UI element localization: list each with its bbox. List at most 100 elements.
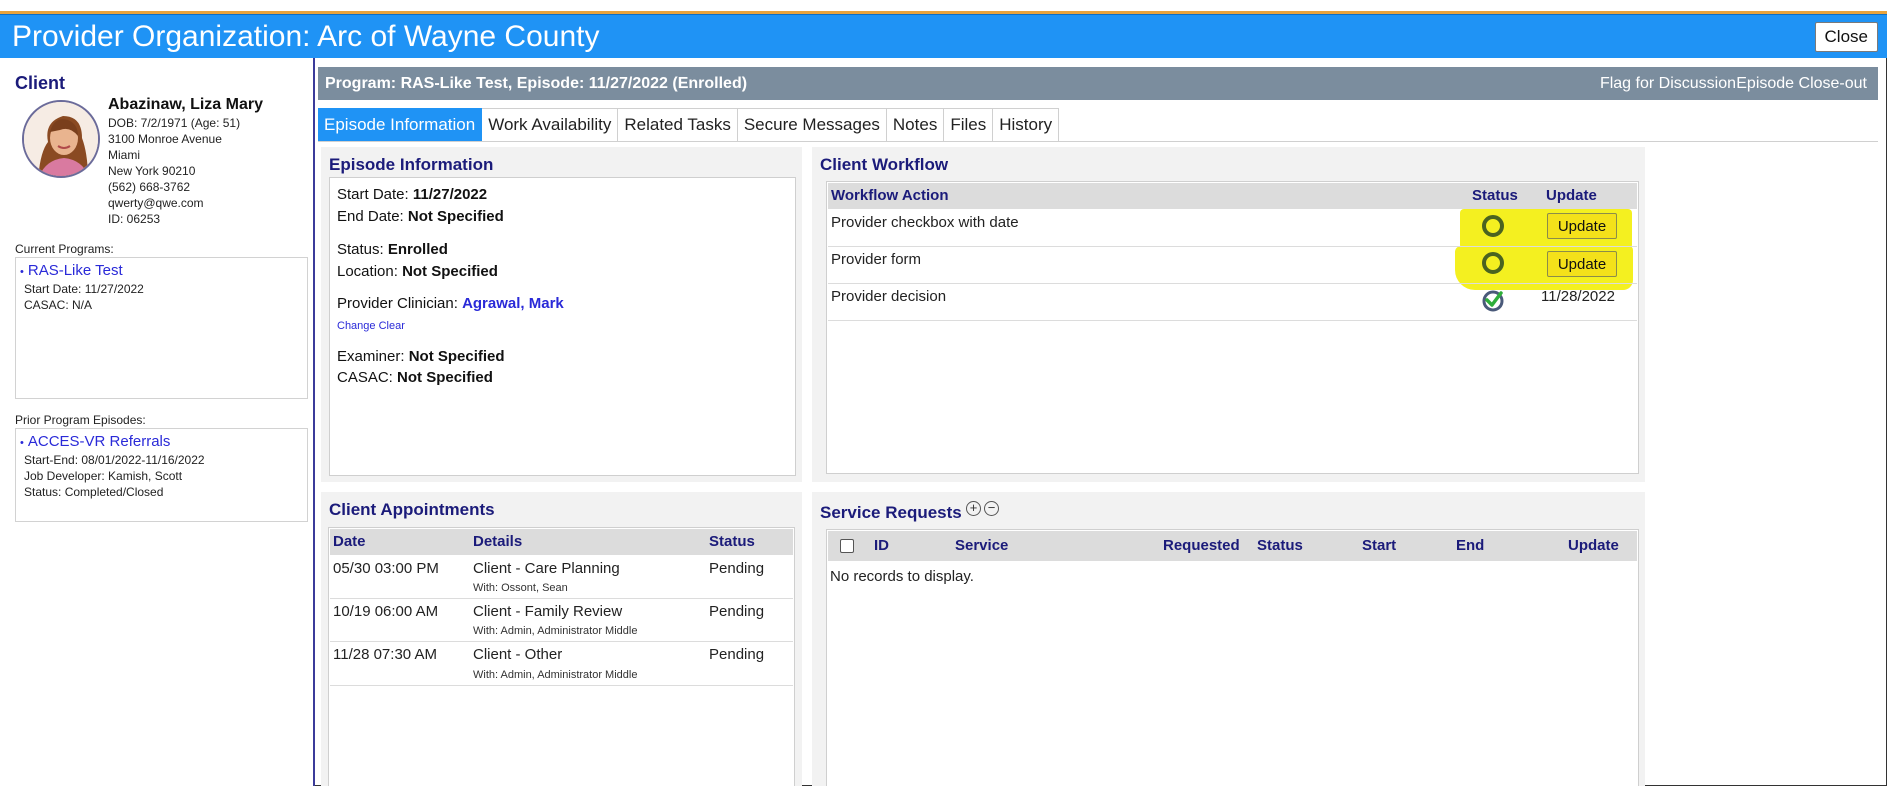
client-address-line1: 3100 Monroe Avenue [108, 132, 222, 146]
bullet-icon: • [20, 437, 24, 449]
remove-circle-icon[interactable]: − [984, 501, 999, 516]
current-programs-box: • RAS-Like Test Start Date: 11/27/2022 CA… [15, 257, 308, 399]
appointment-details: Client - Care Planning [473, 560, 620, 577]
appointment-date-header: Date [333, 533, 366, 550]
episode-tabs: Episode Information Work Availability Re… [318, 108, 1060, 142]
change-clear-link[interactable]: Change Clear [337, 320, 405, 332]
episode-location: Location: Not Specified [337, 263, 498, 280]
sr-status-header: Status [1257, 537, 1303, 554]
prior-program-job-developer: Job Developer: Kamish, Scott [24, 469, 183, 483]
top-strip [0, 0, 1887, 14]
bullet-icon: • [20, 266, 24, 278]
workflow-update-header: Update [1546, 187, 1597, 204]
workflow-update-button[interactable]: Update [1547, 251, 1617, 277]
client-avatar [22, 100, 100, 178]
appointment-details: Client - Family Review [473, 603, 623, 620]
episode-information-panel: Episode Information Start Date: 11/27/20… [321, 147, 802, 482]
sr-start-header: Start [1362, 537, 1397, 554]
window-title: Provider Organization: Arc of Wayne Coun… [12, 20, 600, 53]
client-name: Abazinaw, Liza Mary [108, 96, 263, 113]
prior-program-status: Status: Completed/Closed [24, 485, 164, 499]
appointment-status-header: Status [709, 533, 755, 550]
no-records-message: No records to display. [830, 568, 974, 585]
workflow-status-header: Status [1472, 187, 1518, 204]
episode-status: Status: Enrolled [337, 241, 448, 258]
service-requests-title: Service Requests [820, 503, 962, 522]
client-dob: DOB: 7/2/1971 (Age: 51) [108, 116, 241, 130]
close-button[interactable]: Close [1814, 22, 1878, 52]
status-incomplete-icon [1482, 252, 1504, 274]
prior-episodes-box: • ACCES-VR Referrals Start-End: 08/01/202… [15, 428, 308, 522]
tabs-divider [318, 141, 1878, 142]
appointment-date: 10/19 06:00 AM [333, 603, 439, 620]
prior-program-link[interactable]: • ACCES-VR Referrals [20, 433, 170, 450]
episode-close-out-link[interactable]: Episode Close-out [1736, 75, 1867, 93]
episode-casac: CASAC: Not Specified [337, 369, 493, 386]
program-title: Program: RAS-Like Test, Episode: 11/27/2… [325, 75, 748, 92]
status-incomplete-icon [1482, 215, 1504, 237]
add-circle-icon[interactable]: + [966, 501, 981, 516]
tab-notes[interactable]: Notes [886, 108, 945, 142]
workflow-table: Workflow Action Status Update Provider c… [826, 181, 1639, 474]
appointment-with: With: Admin, Administrator Middle [473, 625, 638, 637]
workflow-row: Provider decision 11/28/2022 [828, 284, 1637, 321]
sr-end-header: End [1456, 537, 1485, 554]
tab-files[interactable]: Files [944, 108, 994, 142]
current-program-link[interactable]: • RAS-Like Test [20, 262, 123, 279]
appointment-row[interactable]: 05/30 03:00 PM Client - Care Planning Wi… [330, 556, 793, 599]
service-requests-table: ID Service Requested Status Start End Up… [826, 529, 1639, 786]
appointment-status: Pending [709, 603, 765, 620]
sr-id-header: ID [874, 537, 889, 554]
prior-program-start-end: Start-End: 08/01/2022-11/16/2022 [24, 453, 205, 467]
tab-secure-messages[interactable]: Secure Messages [737, 108, 887, 142]
window-title-bar: Provider Organization: Arc of Wayne Coun… [0, 14, 1887, 58]
client-heading: Client [15, 73, 66, 93]
client-workflow-title: Client Workflow [820, 155, 949, 174]
client-sidebar: Client Abazinaw, Liza Mary DOB: 7/2/1971… [0, 58, 315, 786]
workflow-update-button[interactable]: Update [1547, 213, 1617, 239]
sr-requested-header: Requested [1163, 537, 1240, 554]
client-address-line3: New York 90210 [108, 164, 196, 178]
client-address-line2: Miami [108, 148, 140, 162]
episode-examiner: Examiner: Not Specified [337, 348, 505, 365]
workflow-table-header: Workflow Action Status Update [828, 183, 1637, 209]
appointment-details: Client - Other [473, 646, 563, 663]
appointments-table-header: Date Details Status [330, 529, 793, 555]
workflow-row: Provider checkbox with date Update [828, 210, 1637, 247]
episode-information-title: Episode Information [329, 155, 494, 174]
tab-history[interactable]: History [993, 108, 1060, 142]
appointment-with: With: Ossont, Sean [473, 582, 568, 594]
appointment-date: 11/28 07:30 AM [333, 646, 437, 663]
episode-details-box: Start Date: 11/27/2022 End Date: Not Spe… [329, 177, 796, 476]
appointment-row[interactable]: 11/28 07:30 AM Client - Other With: Admi… [330, 642, 793, 686]
flag-for-discussion-link[interactable]: Flag for Discussion [1600, 75, 1736, 93]
appointment-with: With: Admin, Administrator Middle [473, 669, 638, 681]
program-bar: Program: RAS-Like Test, Episode: 11/27/2… [318, 67, 1878, 100]
current-program-start: Start Date: 11/27/2022 [24, 282, 144, 296]
provider-clinician: Provider Clinician: Agrawal, Mark [337, 295, 564, 312]
tab-work-availability[interactable]: Work Availability [482, 108, 619, 142]
client-workflow-panel: Client Workflow Workflow Action Status U… [812, 147, 1645, 482]
tab-episode-information[interactable]: Episode Information [318, 108, 483, 142]
sr-service-header: Service [955, 537, 1009, 554]
provider-clinician-link[interactable]: Agrawal, Mark [462, 295, 564, 312]
workflow-row: Provider form Update [828, 247, 1637, 284]
prior-episodes-label: Prior Program Episodes: [15, 413, 146, 427]
client-id: ID: 06253 [108, 212, 161, 226]
tab-related-tasks[interactable]: Related Tasks [618, 108, 738, 142]
workflow-action-header: Workflow Action [831, 187, 949, 204]
workflow-completed-date: 11/28/2022 [1541, 288, 1615, 305]
appointment-date: 05/30 03:00 PM [333, 560, 439, 577]
current-program-casac: CASAC: N/A [24, 298, 93, 312]
appointment-status: Pending [709, 560, 765, 577]
appointments-table: Date Details Status 05/30 03:00 PM Clien… [328, 527, 795, 786]
select-all-checkbox[interactable] [840, 539, 854, 553]
service-requests-panel: Service Requests + − ID Service Requeste… [812, 492, 1645, 786]
workflow-action: Provider checkbox with date [831, 214, 1019, 231]
current-programs-label: Current Programs: [15, 242, 114, 256]
episode-end-date: End Date: Not Specified [337, 208, 504, 225]
sr-update-header: Update [1568, 537, 1619, 554]
client-appointments-title: Client Appointments [329, 500, 495, 519]
appointment-row[interactable]: 10/19 06:00 AM Client - Family Review Wi… [330, 599, 793, 642]
client-appointments-panel: Client Appointments Date Details Status … [321, 492, 802, 786]
